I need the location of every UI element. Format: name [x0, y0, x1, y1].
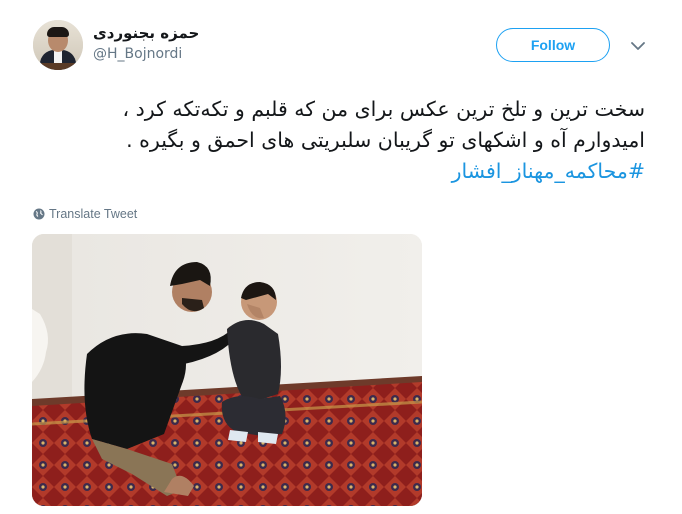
translate-tweet-label[interactable]: Translate Tweet — [49, 207, 137, 221]
author-avatar[interactable] — [33, 20, 83, 70]
tweet-photo[interactable] — [32, 234, 422, 506]
tweet-line: سخت ترین و تلخ ترین عکس برای من که قلبم … — [122, 97, 645, 121]
tweet-header: حمزه بجنوردی @H_Bojnordi Follow — [33, 20, 663, 76]
follow-button[interactable]: Follow — [496, 28, 610, 62]
author-handle[interactable]: @H_Bojnordi — [93, 44, 199, 64]
photo-scene — [32, 234, 422, 506]
chevron-down-icon[interactable] — [630, 38, 646, 54]
author-name-block[interactable]: حمزه بجنوردی @H_Bojnordi — [93, 23, 199, 64]
globe-icon — [33, 208, 45, 220]
hashtag-link[interactable]: #محاکمه_مهناز_افشار — [33, 156, 645, 187]
tweet-text: سخت ترین و تلخ ترین عکس برای من که قلبم … — [33, 94, 645, 187]
translate-tweet-link[interactable]: Translate Tweet — [33, 207, 137, 221]
author-display-name[interactable]: حمزه بجنوردی — [93, 23, 199, 43]
tweet-line: امیدوارم آه و اشکهای تو گریبان سلبریتی ه… — [126, 128, 645, 152]
